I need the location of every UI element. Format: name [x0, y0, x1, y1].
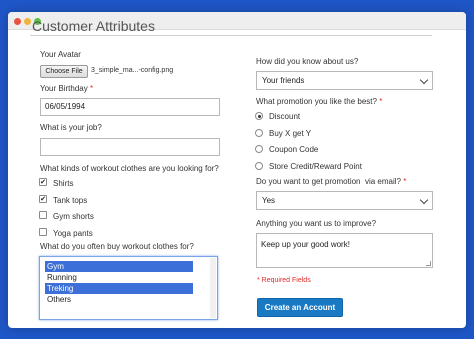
heard-about-select[interactable]: Your friends — [256, 71, 433, 90]
radio-discount[interactable]: Discount — [255, 112, 300, 121]
checkbox-shirts[interactable]: ✔ Shirts — [39, 178, 73, 188]
radio-coupon-code[interactable]: Coupon Code — [255, 145, 318, 154]
chevron-down-icon — [419, 75, 429, 85]
multiselect-option-running[interactable]: Running — [45, 272, 193, 283]
close-window-button[interactable] — [14, 18, 21, 25]
radio-store-credit[interactable]: Store Credit/Reward Point — [255, 162, 362, 171]
checkbox-box[interactable]: ✔ — [39, 178, 47, 186]
promotion-label: What promotion you like the best? * — [256, 97, 383, 106]
job-label: What is your job? — [40, 123, 102, 132]
birthday-input[interactable]: 06/05/1994 — [40, 98, 220, 116]
title-divider — [30, 35, 432, 36]
radio-button[interactable] — [255, 112, 263, 120]
resize-handle-icon[interactable] — [426, 261, 431, 266]
checkbox-box[interactable] — [39, 228, 47, 236]
create-account-button[interactable]: Create an Account — [257, 298, 343, 317]
email-promotion-select[interactable]: Yes — [256, 191, 433, 210]
heard-about-label: How did you know about us? — [256, 57, 359, 66]
choose-file-button[interactable]: Choose File — [40, 65, 88, 78]
multiselect-option-gym[interactable]: Gym — [45, 261, 193, 272]
improve-textarea[interactable]: Keep up your good work! — [256, 233, 433, 268]
chevron-down-icon — [419, 195, 429, 205]
radio-button[interactable] — [255, 129, 263, 137]
checkbox-box[interactable]: ✔ — [39, 195, 47, 203]
avatar-label: Your Avatar — [40, 50, 81, 59]
radio-button[interactable] — [255, 145, 263, 153]
selected-file-name: 3_simple_ma...-config.png — [91, 67, 174, 74]
birthday-label: Your Birthday * — [40, 84, 94, 93]
buy-purpose-multiselect[interactable]: Gym Running Treking Others — [39, 256, 218, 320]
multiselect-scrollbar[interactable] — [210, 258, 216, 318]
checkbox-gym-shorts[interactable]: Gym shorts — [39, 211, 94, 221]
page-title: Customer Attributes — [32, 18, 155, 34]
checkbox-box[interactable] — [39, 211, 47, 219]
job-input[interactable] — [40, 138, 220, 156]
email-promotion-label: Do you want to get promotion via email? … — [256, 177, 407, 186]
multiselect-option-others[interactable]: Others — [45, 294, 193, 305]
checkbox-tank-tops[interactable]: ✔ Tank tops — [39, 195, 87, 205]
radio-buy-x-get-y[interactable]: Buy X get Y — [255, 129, 311, 138]
buy-purpose-label: What do you often buy workout clothes fo… — [40, 242, 194, 251]
required-fields-note: * Required Fields — [257, 277, 311, 284]
multiselect-option-treking[interactable]: Treking — [45, 283, 193, 294]
workout-clothes-label: What kinds of workout clothes are you lo… — [40, 164, 219, 173]
radio-button[interactable] — [255, 162, 263, 170]
minimize-window-button[interactable] — [24, 18, 31, 25]
checkbox-yoga-pants[interactable]: Yoga pants — [39, 228, 93, 238]
improve-label: Anything you want us to improve? — [256, 219, 377, 228]
